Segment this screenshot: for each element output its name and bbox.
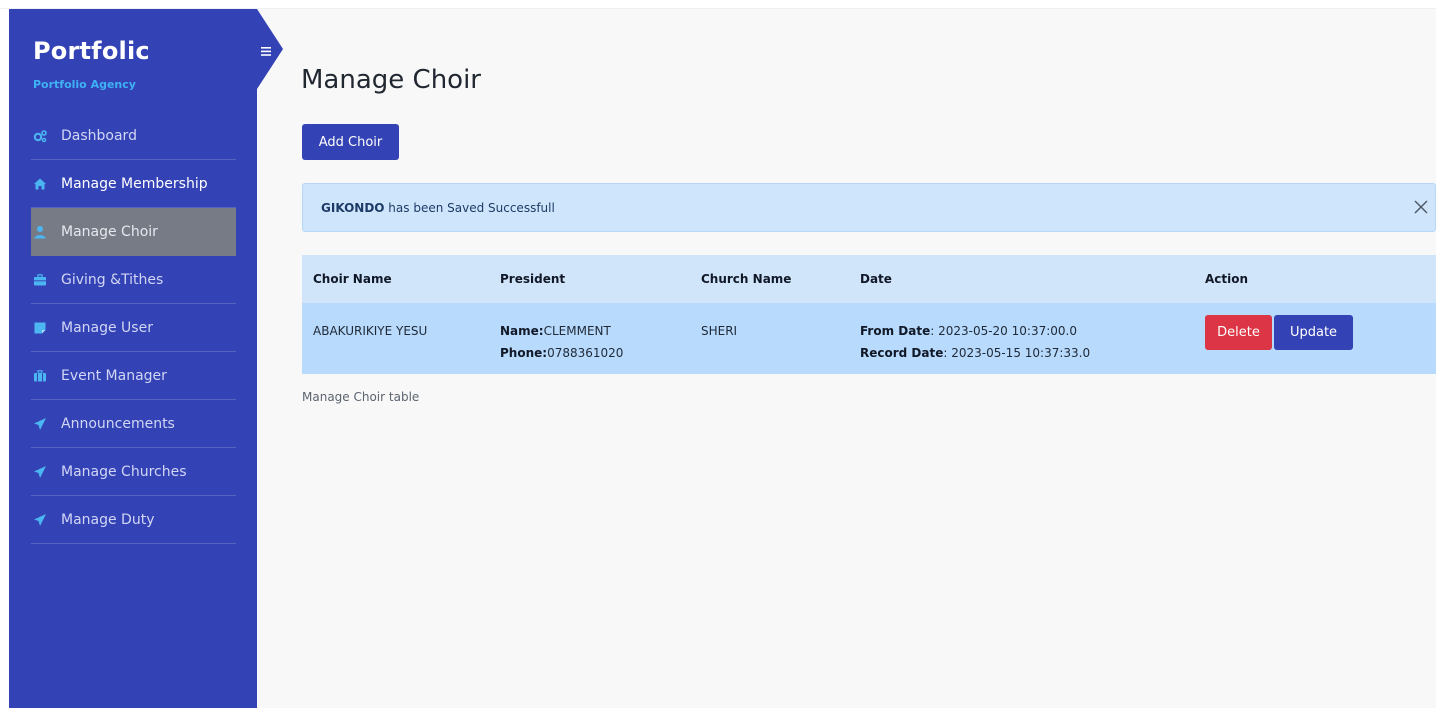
alert-text: has been Saved Successfull — [384, 200, 555, 215]
column-header-action: Action — [1205, 272, 1249, 286]
president-phone: Phone:0788361020 — [500, 342, 690, 364]
sidebar-item-manage-churches[interactable]: Manage Churches — [31, 448, 236, 496]
update-button[interactable]: Update — [1274, 315, 1353, 350]
from-date: From Date: 2023-05-20 10:37:00.0 — [860, 320, 1194, 342]
sidebar-item-event-manager[interactable]: Event Manager — [31, 352, 236, 400]
choir-table: Choir Name President Church Name Date Ac… — [302, 255, 1436, 374]
page-title: Manage Choir — [301, 65, 481, 95]
sidebar-toggle[interactable] — [257, 9, 283, 89]
sidebar-item-label: Giving &Tithes — [61, 271, 164, 288]
send-icon — [33, 513, 47, 527]
sidebar-item-label: Event Manager — [61, 367, 167, 384]
column-header-choir-name: Choir Name — [313, 272, 392, 286]
brand-title[interactable]: Portfolic — [33, 37, 150, 65]
sidebar-nav: Dashboard Manage Membership Manage Choir… — [9, 112, 257, 544]
success-alert: GIKONDO has been Saved Successfull — [302, 183, 1436, 232]
column-header-date: Date — [860, 272, 892, 286]
sidebar-item-manage-membership[interactable]: Manage Membership — [31, 160, 236, 208]
sidebar-item-giving-tithes[interactable]: Giving &Tithes — [31, 256, 236, 304]
record-date-label: Record Date — [860, 346, 944, 360]
sidebar-item-label: Announcements — [61, 415, 175, 432]
from-date-value: : 2023-05-20 10:37:00.0 — [930, 324, 1077, 338]
cogs-icon — [33, 129, 47, 143]
record-date-value: : 2023-05-15 10:37:33.0 — [943, 346, 1091, 360]
president-name-value: CLEMMENT — [543, 324, 611, 338]
table-caption: Manage Choir table — [302, 390, 420, 404]
cell-choir-name: ABAKURIKIYE YESU — [313, 324, 428, 338]
note-icon — [33, 321, 47, 335]
home-icon — [33, 177, 47, 191]
cell-action: Delete Update — [1194, 303, 1436, 374]
sidebar-item-label: Manage Churches — [61, 463, 187, 480]
sidebar-item-dashboard[interactable]: Dashboard — [31, 112, 236, 160]
from-date-label: From Date — [860, 324, 931, 338]
alert-strong-text: GIKONDO — [321, 200, 385, 215]
alert-message: GIKONDO has been Saved Successfull — [321, 201, 555, 215]
sidebar-item-manage-user[interactable]: Manage User — [31, 304, 236, 352]
sidebar-item-label: Dashboard — [61, 127, 137, 144]
user-icon — [33, 225, 47, 239]
cell-date: From Date: 2023-05-20 10:37:00.0 Record … — [849, 303, 1194, 374]
column-header-president: President — [500, 272, 566, 286]
sidebar-item-label: Manage Choir — [61, 224, 158, 240]
main-content: Manage Choir Add Choir GIKONDO has been … — [257, 9, 1436, 708]
sidebar-item-label: Manage Membership — [61, 175, 208, 192]
briefcase-icon — [33, 369, 47, 383]
delete-button[interactable]: Delete — [1205, 315, 1272, 350]
president-name-label: Name: — [500, 324, 544, 338]
cell-president: Name:CLEMMENT Phone:0788361020 — [489, 303, 690, 374]
sidebar-item-manage-duty[interactable]: Manage Duty — [31, 496, 236, 544]
president-phone-value: 0788361020 — [547, 346, 624, 360]
send-icon — [33, 465, 47, 479]
sidebar: Portfolic Portfolio Agency Dashboard Man… — [9, 9, 257, 708]
column-header-church-name: Church Name — [701, 272, 792, 286]
sidebar-item-manage-choir[interactable]: Manage Choir — [31, 208, 236, 256]
brand-subtitle: Portfolio Agency — [33, 78, 136, 91]
president-phone-label: Phone: — [500, 346, 548, 360]
president-name: Name:CLEMMENT — [500, 320, 690, 342]
sidebar-item-announcements[interactable]: Announcements — [31, 400, 236, 448]
cell-church-name: SHERI — [701, 324, 738, 338]
sidebar-item-label: Manage User — [61, 319, 153, 336]
table-row: ABAKURIKIYE YESU Name:CLEMMENT Phone:078… — [302, 303, 1436, 374]
table-header-row: Choir Name President Church Name Date Ac… — [302, 255, 1436, 303]
top-border — [0, 0, 1436, 9]
send-icon — [33, 417, 47, 431]
sidebar-item-label: Manage Duty — [61, 511, 155, 528]
add-choir-button[interactable]: Add Choir — [302, 124, 399, 160]
close-icon[interactable] — [1411, 197, 1431, 217]
record-date: Record Date: 2023-05-15 10:37:33.0 — [860, 342, 1194, 364]
briefcase-icon — [33, 273, 47, 287]
